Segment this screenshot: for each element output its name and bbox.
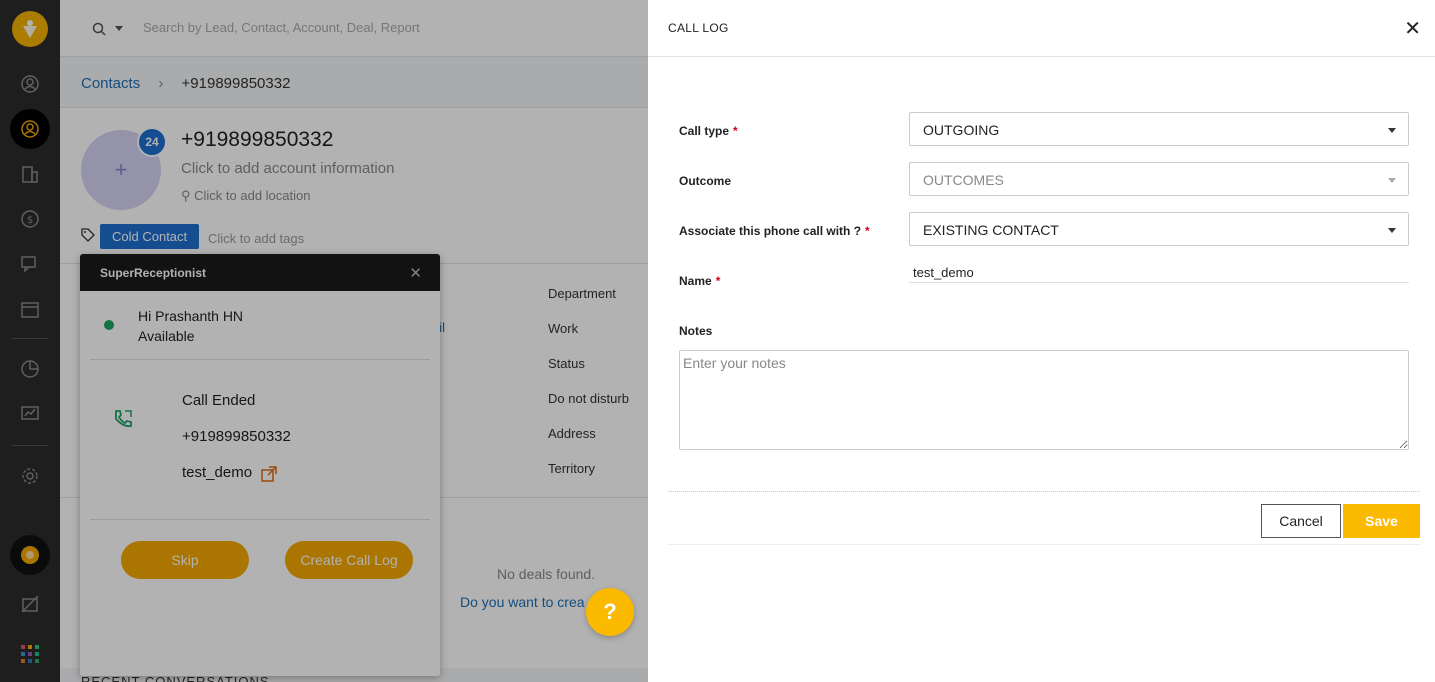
name-input[interactable] — [909, 262, 1409, 283]
outcome-select[interactable]: OUTCOMES — [909, 162, 1409, 196]
help-button[interactable]: ? — [586, 588, 634, 636]
popup-backdrop — [80, 254, 440, 676]
call-type-select[interactable]: OUTGOING — [909, 112, 1409, 146]
divider — [668, 491, 1420, 492]
outcome-value: OUTCOMES — [923, 172, 1004, 188]
call-type-value: OUTGOING — [923, 122, 1000, 138]
caret-down-icon — [1388, 228, 1396, 233]
close-icon[interactable]: ✕ — [1404, 16, 1421, 41]
name-label: Name * — [679, 274, 720, 288]
associate-label-text: Associate this phone call with ? — [679, 224, 862, 238]
required-mark: * — [715, 274, 721, 288]
notes-textarea[interactable] — [679, 350, 1409, 450]
call-type-label-text: Call type — [679, 124, 730, 138]
associate-value: EXISTING CONTACT — [923, 222, 1059, 238]
call-type-label: Call type * — [679, 124, 738, 138]
notes-label: Notes — [679, 324, 713, 338]
required-mark: * — [733, 124, 738, 138]
panel-title: CALL LOG — [668, 21, 729, 35]
outcome-label: Outcome — [679, 174, 732, 188]
save-button[interactable]: Save — [1343, 504, 1420, 538]
caret-down-icon — [1388, 128, 1396, 133]
divider — [668, 544, 1420, 545]
call-log-panel: CALL LOG ✕ Call type * OUTGOING Outcome O… — [648, 0, 1435, 682]
associate-label: Associate this phone call with ? * — [679, 224, 870, 238]
associate-select[interactable]: EXISTING CONTACT — [909, 212, 1409, 246]
cancel-button[interactable]: Cancel — [1261, 504, 1341, 538]
required-mark: * — [865, 224, 870, 238]
caret-down-icon — [1388, 178, 1396, 183]
name-label-text: Name — [679, 274, 712, 288]
panel-header: CALL LOG ✕ — [648, 0, 1435, 57]
